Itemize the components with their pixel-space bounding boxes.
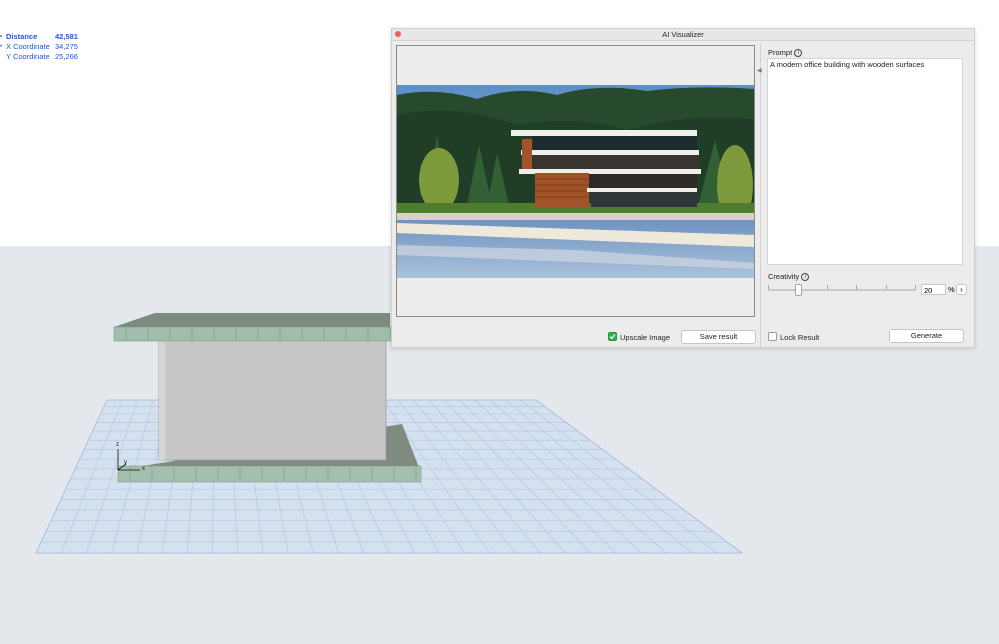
row-bullet: • [0, 34, 3, 40]
ai-visualizer-window: AI Visualizer ◀ Upscale Image Save resul… [391, 28, 975, 348]
top-slab-top [114, 313, 390, 327]
rendered-building-image [397, 85, 754, 278]
creativity-label-text: Creativity [768, 272, 800, 281]
creativity-step-button[interactable]: › [956, 284, 967, 295]
save-result-button[interactable]: Save result [681, 330, 756, 344]
distance-value: 42,581 [55, 32, 78, 41]
row-bullet: • [0, 44, 3, 50]
info-icon[interactable]: i [794, 49, 803, 58]
prompt-textarea[interactable]: A modern office building with wooden sur… [767, 58, 963, 265]
axis-z-label: z [116, 442, 119, 448]
window-titlebar[interactable]: AI Visualizer [392, 29, 974, 41]
slider-tick [915, 285, 916, 290]
render-preview [396, 45, 755, 317]
info-icon[interactable]: i [801, 273, 810, 282]
top-slab-side [113, 326, 392, 342]
upscale-image-checkbox[interactable] [608, 332, 617, 341]
bottom-slab-side [117, 465, 422, 483]
creativity-slider[interactable] [768, 289, 916, 291]
slider-tick [768, 285, 769, 290]
prompt-label-text: Prompt [768, 48, 793, 57]
creativity-slider-thumb[interactable] [794, 284, 802, 296]
wall-block [158, 337, 387, 461]
window-title: AI Visualizer [662, 30, 704, 39]
creativity-unit: % [948, 285, 955, 294]
upscale-image-label: Upscale Image [620, 333, 671, 342]
distance-label: Distance [6, 32, 38, 41]
generate-button[interactable]: Generate [889, 329, 964, 343]
creativity-label: Creativity i [768, 272, 810, 282]
lock-result-checkbox[interactable] [768, 332, 777, 341]
panel-splitter[interactable] [760, 43, 761, 348]
slider-tick [886, 285, 887, 290]
lock-result-label: Lock Result [780, 333, 820, 342]
close-window-icon[interactable] [395, 31, 401, 37]
x-coordinate-label: X Coordinate [6, 42, 50, 51]
collapse-arrow-icon[interactable]: ◀ [757, 67, 762, 74]
creativity-value-input[interactable]: 20 [921, 284, 946, 295]
slider-tick [856, 285, 857, 290]
y-coordinate-label: Y Coordinate [6, 52, 50, 61]
axis-x-label: x [142, 466, 145, 472]
axis-y-label: y [124, 460, 127, 466]
prompt-label: Prompt i [768, 48, 803, 58]
x-coordinate-value: 34,275 [55, 42, 78, 51]
y-coordinate-value: 25,266 [55, 52, 78, 61]
slider-tick [827, 285, 828, 290]
